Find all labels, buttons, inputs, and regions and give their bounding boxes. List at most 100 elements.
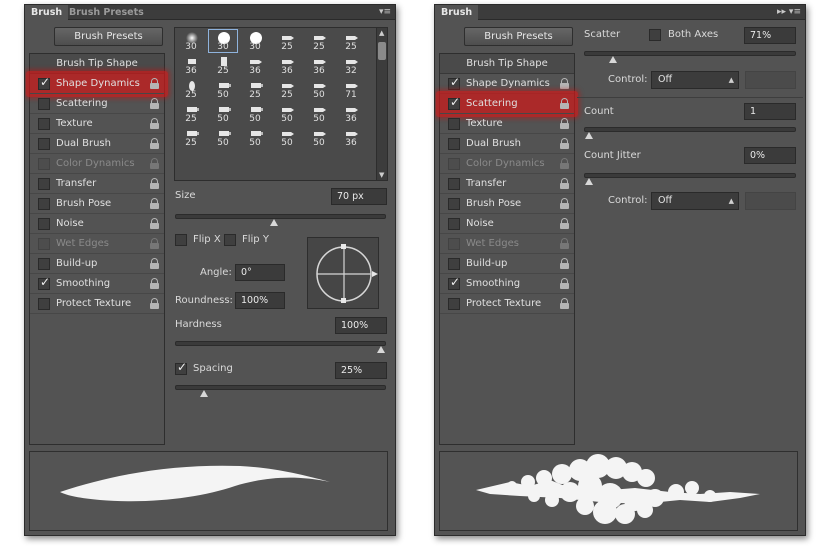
count-slider[interactable] (584, 127, 796, 139)
brush-tip-cell[interactable]: 36 (176, 53, 206, 77)
brush-tip-cell[interactable]: 36 (336, 101, 366, 125)
brush-tip-cell[interactable]: 50 (208, 125, 238, 149)
lock-icon[interactable] (560, 218, 569, 229)
transfer-checkbox[interactable] (448, 178, 460, 190)
count-jitter-slider-knob[interactable] (585, 178, 593, 185)
lock-icon[interactable] (150, 278, 159, 289)
scrollbar-thumb[interactable] (378, 42, 386, 60)
brush-tip-cell[interactable]: 25 (272, 77, 302, 101)
option-protect-texture[interactable]: Protect Texture (30, 294, 164, 314)
count-jitter-field[interactable]: 0% (744, 147, 796, 164)
dual-brush-checkbox[interactable] (448, 138, 460, 150)
brush-tip-cell[interactable]: 36 (240, 53, 270, 77)
option-wet-edges[interactable]: Wet Edges (30, 234, 164, 254)
lock-icon[interactable] (560, 118, 569, 129)
dual-brush-checkbox[interactable] (38, 138, 50, 150)
protect-texture-checkbox[interactable] (448, 298, 460, 310)
lock-icon[interactable] (560, 78, 569, 89)
brush-tip-cell[interactable]: 36 (336, 125, 366, 149)
brush-tip-cell[interactable]: 30 (208, 29, 238, 53)
hardness-slider-knob[interactable] (377, 346, 385, 353)
option-color-dynamics[interactable]: Color Dynamics (440, 154, 574, 174)
roundness-field[interactable]: 100% (235, 292, 285, 309)
brush-tip-cell[interactable]: 50 (304, 101, 334, 125)
noise-checkbox[interactable] (448, 218, 460, 230)
tab-brush[interactable]: Brush (435, 5, 479, 20)
option-transfer[interactable]: Transfer (440, 174, 574, 194)
brush-tip-cell[interactable]: 50 (272, 101, 302, 125)
brush-tip-cell[interactable]: 25 (272, 29, 302, 53)
brush-tip-cell[interactable]: 25 (240, 77, 270, 101)
brush-tip-cell[interactable]: 50 (272, 125, 302, 149)
option-noise[interactable]: Noise (440, 214, 574, 234)
lock-icon[interactable] (560, 158, 569, 169)
scattering-checkbox[interactable] (38, 98, 50, 110)
texture-checkbox[interactable] (448, 118, 460, 130)
build-up-checkbox[interactable] (448, 258, 460, 270)
option-texture[interactable]: Texture (30, 114, 164, 134)
lock-icon[interactable] (150, 138, 159, 149)
transfer-checkbox[interactable] (38, 178, 50, 190)
hardness-field[interactable]: 100% (335, 317, 387, 334)
brush-tip-cell[interactable]: 50 (240, 101, 270, 125)
brush-angle-widget[interactable] (307, 237, 379, 309)
scroll-down-arrow-icon[interactable]: ▼ (379, 171, 384, 179)
option-scattering[interactable]: Scattering (440, 94, 574, 114)
flip-x-checkbox[interactable] (175, 234, 187, 246)
shape-dynamics-checkbox[interactable] (38, 75, 50, 90)
lock-icon[interactable] (560, 238, 569, 249)
brush-tip-cell[interactable]: 25 (208, 53, 238, 77)
lock-icon[interactable] (560, 138, 569, 149)
count-slider-knob[interactable] (585, 132, 593, 139)
lock-icon[interactable] (150, 258, 159, 269)
tab-brush-presets[interactable]: Brush Presets (63, 5, 150, 20)
brush-tip-cell[interactable]: 32 (336, 53, 366, 77)
brush-tip-cell[interactable]: 50 (304, 77, 334, 101)
spacing-checkbox[interactable] (175, 360, 187, 375)
lock-icon[interactable] (150, 78, 159, 89)
lock-icon[interactable] (150, 98, 159, 109)
spacing-field[interactable]: 25% (335, 362, 387, 379)
brush-tip-cell[interactable]: 25 (336, 29, 366, 53)
lock-icon[interactable] (150, 118, 159, 129)
size-slider[interactable] (175, 214, 386, 226)
count-field[interactable]: 1 (744, 103, 796, 120)
scattering-checkbox[interactable] (448, 95, 460, 110)
hardness-slider[interactable] (175, 341, 386, 353)
option-noise[interactable]: Noise (30, 214, 164, 234)
lock-icon[interactable] (150, 178, 159, 189)
smoothing-checkbox[interactable] (38, 275, 50, 290)
brush-tip-cell[interactable]: 71 (336, 77, 366, 101)
spacing-slider[interactable] (175, 385, 386, 397)
option-build-up[interactable]: Build-up (30, 254, 164, 274)
both-axes-checkbox[interactable] (649, 29, 661, 41)
option-build-up[interactable]: Build-up (440, 254, 574, 274)
scroll-up-arrow-icon[interactable]: ▲ (379, 29, 384, 37)
texture-checkbox[interactable] (38, 118, 50, 130)
option-smoothing[interactable]: Smoothing (30, 274, 164, 294)
lock-icon[interactable] (560, 178, 569, 189)
angle-field[interactable]: 0° (235, 264, 285, 281)
brush-tip-cell[interactable]: 50 (208, 101, 238, 125)
option-brush-tip-shape[interactable]: Brush Tip Shape (440, 54, 574, 74)
lock-icon[interactable] (150, 158, 159, 169)
lock-icon[interactable] (560, 98, 569, 109)
noise-checkbox[interactable] (38, 218, 50, 230)
lock-icon[interactable] (560, 278, 569, 289)
brush-tip-cell[interactable]: 25 (304, 29, 334, 53)
build-up-checkbox[interactable] (38, 258, 50, 270)
lock-icon[interactable] (560, 258, 569, 269)
lock-icon[interactable] (150, 238, 159, 249)
size-field[interactable]: 70 px (331, 188, 387, 205)
control-select[interactable]: Off ▲ (651, 71, 739, 89)
brush-tip-cell[interactable]: 25 (176, 77, 206, 101)
brush-tip-cell[interactable]: 50 (304, 125, 334, 149)
lock-icon[interactable] (560, 298, 569, 309)
shape-dynamics-checkbox[interactable] (448, 75, 460, 90)
lock-icon[interactable] (560, 198, 569, 209)
scatter-slider[interactable] (584, 51, 796, 63)
control-select-2[interactable]: Off ▲ (651, 192, 739, 210)
brush-tip-cell[interactable]: 50 (240, 125, 270, 149)
option-transfer[interactable]: Transfer (30, 174, 164, 194)
panel-menu-icon[interactable]: ▸▸ ▾≡ (777, 6, 801, 18)
